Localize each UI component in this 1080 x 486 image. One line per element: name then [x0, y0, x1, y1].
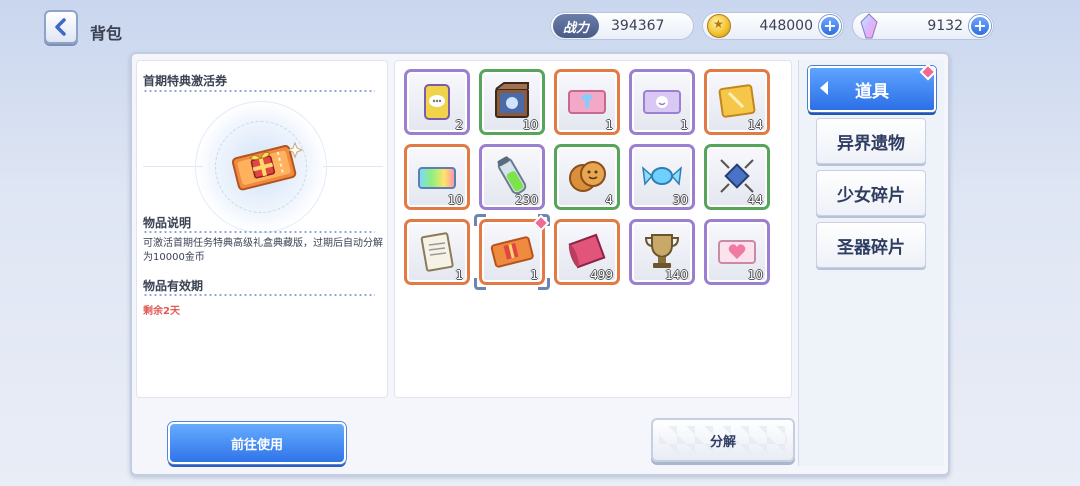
gold-coin-icon	[707, 14, 731, 38]
inventory-slot[interactable]: 44	[704, 144, 770, 210]
tab-label: 圣器碎片	[837, 237, 905, 258]
gem-display: 9132 +	[852, 12, 994, 40]
chevron-left-icon	[55, 18, 66, 36]
add-gold-button[interactable]: +	[819, 15, 841, 37]
inventory-slot[interactable]: 1	[404, 219, 470, 285]
outfit-ticket-icon	[568, 90, 606, 114]
gift-ticket-icon	[231, 141, 304, 191]
inventory-slot[interactable]: 10	[479, 69, 545, 135]
item-count: 499	[590, 268, 613, 282]
inventory-slot[interactable]: 4	[554, 144, 620, 210]
scroll-icon	[568, 233, 606, 269]
gold-value: 448000	[759, 18, 813, 34]
rainbow-ticket-icon	[418, 167, 456, 189]
item-count: 14	[747, 118, 763, 132]
add-gem-button[interactable]: +	[969, 15, 991, 37]
decor-line	[143, 166, 203, 167]
item-count: 1	[605, 118, 613, 132]
divider	[143, 231, 375, 233]
tab-items[interactable]: 道具	[808, 66, 936, 112]
tab-artifact-fragments[interactable]: 圣器碎片	[816, 222, 926, 268]
gold-card-icon	[718, 84, 756, 118]
inventory-slot[interactable]: 230	[479, 144, 545, 210]
decor-line	[323, 166, 383, 167]
item-count: 10	[447, 193, 463, 207]
item-detail-panel: 首期特典激活券 物品说明 可激活首期任务特典高级礼盒典藏版，过期后自动分解为10…	[136, 60, 388, 398]
description-heading: 物品说明	[143, 216, 192, 230]
smile-ticket-icon	[643, 90, 681, 114]
page-title: 背包	[90, 24, 123, 43]
item-description: 可激活首期任务特典高级礼盒典藏版，过期后自动分解为10000金币	[143, 238, 383, 263]
tab-girl-fragments[interactable]: 少女碎片	[816, 170, 926, 216]
expiry-heading: 物品有效期	[143, 279, 204, 293]
item-count: 1	[455, 268, 463, 282]
tab-relics[interactable]: 异界遗物	[816, 118, 926, 164]
crystal-icon	[860, 13, 878, 39]
divider	[143, 90, 375, 92]
gadget-icon	[720, 159, 754, 193]
power-display: 战力 394367	[550, 12, 694, 40]
item-count: 140	[665, 268, 688, 282]
inventory-slot[interactable]: 140	[629, 219, 695, 285]
inventory-slot[interactable]: 14	[704, 69, 770, 135]
arrow-left-icon	[820, 81, 828, 95]
item-count: 10	[747, 268, 763, 282]
item-count: 1	[680, 118, 688, 132]
power-label: 战力	[553, 14, 599, 38]
tab-label: 道具	[855, 81, 889, 102]
item-count: 44	[747, 193, 763, 207]
heart-ticket-icon	[718, 240, 756, 264]
inventory-slot[interactable]: 1	[629, 69, 695, 135]
inventory-slot[interactable]: 1	[554, 69, 620, 135]
candy-icon	[642, 166, 682, 186]
clipboard-icon	[420, 232, 454, 272]
power-value: 394367	[611, 18, 665, 34]
tab-label: 异界遗物	[837, 133, 905, 154]
green-potion-icon	[497, 156, 527, 195]
inventory-slot[interactable]: 30	[629, 144, 695, 210]
gold-display: 448000 +	[702, 12, 844, 40]
item-name: 首期特典激活券	[143, 74, 228, 88]
decompose-button[interactable]: 分解	[651, 418, 795, 462]
cookie-icon	[569, 161, 606, 192]
item-count: 10	[522, 118, 538, 132]
gem-value: 9132	[927, 18, 963, 34]
divider	[143, 294, 375, 296]
item-count: 30	[672, 193, 688, 207]
item-count: 4	[605, 193, 613, 207]
can-icon	[424, 84, 450, 120]
tab-label: 少女碎片	[837, 185, 905, 206]
inventory-slot[interactable]: 10	[404, 144, 470, 210]
decompose-label: 分解	[709, 434, 736, 450]
crate-icon	[495, 82, 529, 118]
inventory-slot[interactable]: 499	[554, 219, 620, 285]
go-use-button[interactable]: 前往使用	[168, 422, 346, 464]
inventory-slot[interactable]: 10	[704, 219, 770, 285]
inventory-slot[interactable]: 2	[404, 69, 470, 135]
back-button[interactable]	[44, 10, 78, 44]
item-count: 2	[455, 118, 463, 132]
trophy-icon	[644, 234, 680, 268]
expiry-remaining: 剩余2天	[143, 306, 180, 317]
item-count: 230	[515, 193, 538, 207]
